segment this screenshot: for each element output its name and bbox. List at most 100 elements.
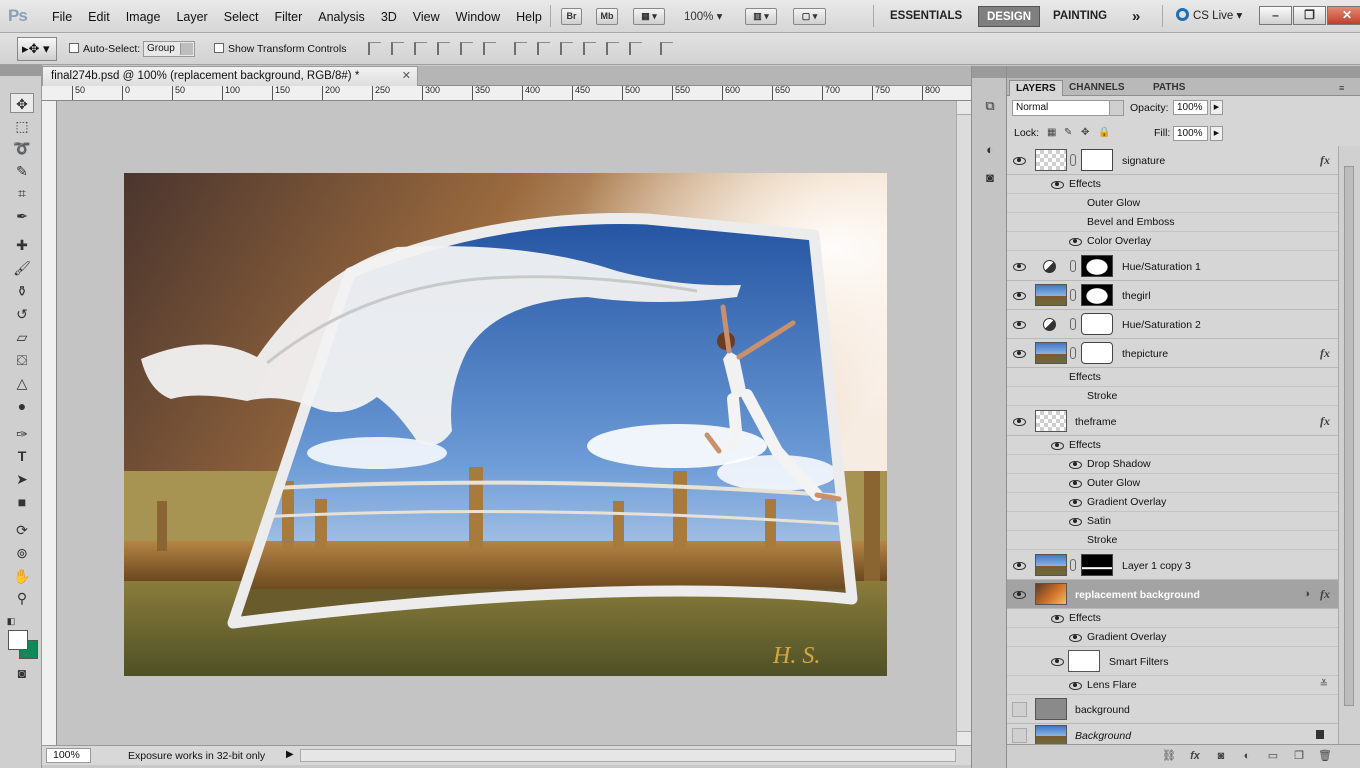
horizontal-scrollbar[interactable]: [300, 749, 956, 762]
view-extras-button[interactable]: ▦ ▾: [633, 8, 665, 25]
hand-tool-icon[interactable]: ✋: [10, 566, 34, 586]
tab-channels[interactable]: CHANNELS: [1063, 80, 1131, 96]
layer-row-hue-saturation-2[interactable]: Hue/Saturation 2: [1007, 310, 1338, 339]
distribute-hcenter-icon[interactable]: [606, 42, 619, 55]
menu-select[interactable]: Select: [216, 10, 267, 24]
canvas-area[interactable]: H. S.: [57, 101, 956, 745]
crop-tool-icon[interactable]: ⌗: [10, 183, 34, 203]
layer-mask-thumbnail[interactable]: [1081, 313, 1113, 335]
link-layers-icon[interactable]: ⛓: [1162, 750, 1176, 763]
blend-mode-select[interactable]: Normal: [1012, 100, 1124, 116]
fx-icon[interactable]: fx: [1320, 587, 1330, 602]
menu-file[interactable]: File: [44, 10, 80, 24]
auto-select-checkbox[interactable]: Auto-Select:: [69, 43, 140, 55]
layers-scrollbar[interactable]: [1338, 146, 1360, 746]
scrollbar-thumb[interactable]: [1344, 166, 1354, 706]
visibility-eye-icon[interactable]: [1013, 349, 1026, 358]
layer-row-background-gray[interactable]: background: [1007, 695, 1338, 724]
effects-row[interactable]: Effects: [1007, 175, 1338, 194]
visibility-eye-icon[interactable]: [1051, 441, 1064, 450]
vertical-ruler[interactable]: [42, 101, 57, 745]
fx-icon[interactable]: fx: [1320, 414, 1330, 429]
lock-transparent-icon[interactable]: ▦: [1047, 127, 1058, 138]
masks-panel-icon[interactable]: ◙: [980, 168, 1000, 188]
layer-row-thepicture[interactable]: thepicture fx: [1007, 339, 1338, 368]
workspace-painting[interactable]: PAINTING: [1045, 6, 1115, 27]
visibility-eye-icon[interactable]: [1013, 590, 1026, 599]
marquee-tool-icon[interactable]: ⬚: [10, 116, 34, 136]
tab-paths[interactable]: PATHS: [1147, 80, 1191, 96]
arrange-documents-button[interactable]: ▥ ▾: [745, 8, 777, 25]
status-menu-arrow-icon[interactable]: ▶: [286, 749, 294, 760]
distribute-vcenter-icon[interactable]: [537, 42, 550, 55]
dodge-tool-icon[interactable]: ●: [10, 396, 34, 416]
mini-bridge-button[interactable]: Mb: [596, 8, 618, 25]
effect-item[interactable]: Color Overlay: [1007, 232, 1338, 251]
workspace-design[interactable]: DESIGN: [978, 6, 1041, 27]
scroll-down-icon[interactable]: [957, 731, 971, 745]
delete-layer-icon[interactable]: 🗑: [1318, 750, 1332, 763]
menu-3d[interactable]: 3D: [373, 10, 405, 24]
quick-selection-tool-icon[interactable]: ✎: [10, 161, 34, 181]
visibility-eye-icon[interactable]: [1069, 460, 1082, 469]
zoom-tool-icon[interactable]: ⚲: [10, 588, 34, 608]
layer-mask-thumbnail[interactable]: [1081, 342, 1113, 364]
tools-panel-collapse-bar[interactable]: [0, 65, 41, 76]
clone-stamp-tool-icon[interactable]: ⚱: [10, 281, 34, 301]
visibility-eye-icon[interactable]: [1013, 417, 1026, 426]
menu-view[interactable]: View: [405, 10, 448, 24]
minimize-button[interactable]: –: [1259, 6, 1292, 25]
adjustments-panel-icon[interactable]: ◐: [980, 140, 1000, 160]
menu-window[interactable]: Window: [448, 10, 508, 24]
move-tool-icon[interactable]: ✥: [10, 93, 34, 113]
paint-bucket-tool-icon[interactable]: ⛋: [10, 350, 34, 370]
restore-button[interactable]: ❐: [1293, 6, 1326, 25]
visibility-eye-icon[interactable]: [1013, 291, 1026, 300]
smart-filter-mask-thumbnail[interactable]: [1068, 650, 1100, 672]
foreground-color-swatch[interactable]: [8, 630, 28, 650]
layer-row-signature[interactable]: signature fx: [1007, 146, 1338, 175]
effects-row[interactable]: Effects: [1007, 609, 1338, 628]
effect-item[interactable]: Bevel and Emboss: [1007, 213, 1338, 232]
effect-item[interactable]: Satin: [1007, 512, 1338, 531]
layer-mask-thumbnail[interactable]: [1081, 149, 1113, 171]
opacity-arrow-icon[interactable]: ▶: [1210, 100, 1223, 115]
visibility-eye-icon[interactable]: [1069, 633, 1082, 642]
visibility-eye-icon[interactable]: [1013, 561, 1026, 570]
screen-mode-button[interactable]: ▢ ▾: [793, 8, 826, 25]
align-right-icon[interactable]: [483, 42, 496, 55]
align-vcenter-icon[interactable]: [391, 42, 404, 55]
visibility-eye-icon[interactable]: [1069, 479, 1082, 488]
quick-mask-icon[interactable]: ◙: [10, 663, 34, 683]
fill-arrow-icon[interactable]: ▶: [1210, 126, 1223, 141]
effect-item[interactable]: Outer Glow: [1007, 474, 1338, 493]
fill-field[interactable]: 100%: [1173, 126, 1208, 141]
distribute-right-icon[interactable]: [629, 42, 642, 55]
default-colors-icon[interactable]: ◧: [4, 611, 18, 631]
path-selection-tool-icon[interactable]: ➤: [10, 469, 34, 489]
scroll-up-icon[interactable]: [957, 101, 971, 115]
visibility-eye-icon[interactable]: [1051, 180, 1064, 189]
type-tool-icon[interactable]: T: [10, 446, 34, 466]
layer-row-hue-saturation-1[interactable]: Hue/Saturation 1: [1007, 252, 1338, 281]
opacity-field[interactable]: 100%: [1173, 100, 1208, 115]
horizontal-ruler[interactable]: 50 0 50 100 150 200 250 300 350 400 450 …: [42, 86, 971, 101]
layer-mask-thumbnail[interactable]: [1081, 554, 1113, 576]
3d-orbit-tool-icon[interactable]: ⊚: [10, 543, 34, 563]
visibility-toggle-off[interactable]: [1012, 702, 1027, 717]
strip-collapse-bar[interactable]: [972, 66, 1006, 78]
visibility-eye-icon[interactable]: [1013, 262, 1026, 271]
align-top-icon[interactable]: [368, 42, 381, 55]
brush-tool-icon[interactable]: 🖌: [10, 258, 34, 278]
effect-item[interactable]: Stroke: [1007, 387, 1338, 406]
effect-item[interactable]: Outer Glow: [1007, 194, 1338, 213]
panel-menu-icon[interactable]: ≡: [1333, 80, 1350, 96]
fx-icon[interactable]: fx: [1320, 346, 1330, 361]
lasso-tool-icon[interactable]: ➰: [10, 138, 34, 158]
align-bottom-icon[interactable]: [414, 42, 427, 55]
rectangle-tool-icon[interactable]: ■: [10, 492, 34, 512]
show-transform-controls-checkbox[interactable]: Show Transform Controls: [214, 43, 346, 55]
layer-row-theframe[interactable]: theframe fx: [1007, 407, 1338, 436]
tab-layers[interactable]: LAYERS: [1009, 80, 1063, 96]
new-layer-icon[interactable]: ❐: [1292, 750, 1306, 763]
